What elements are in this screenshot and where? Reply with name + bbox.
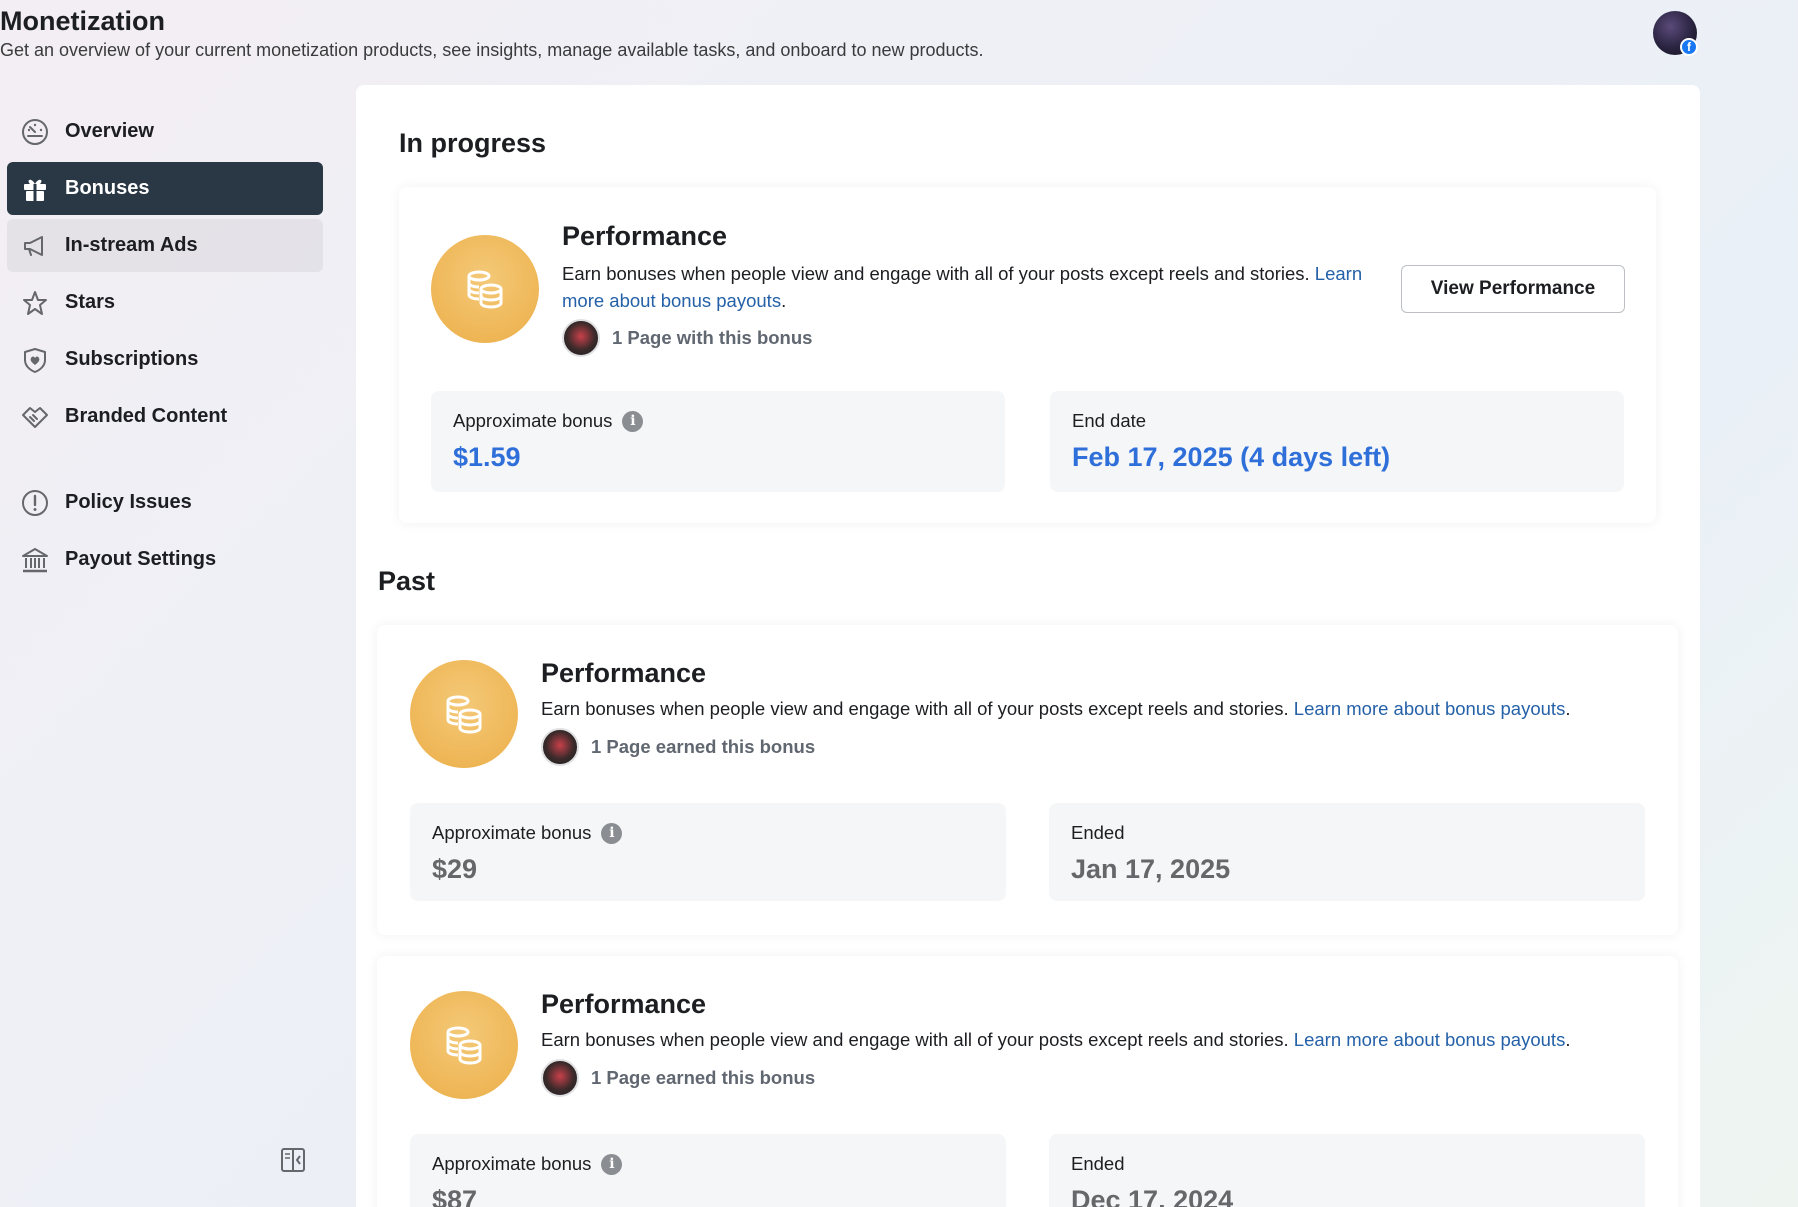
page-count-row: 1 Page with this bonus xyxy=(562,319,812,357)
page-count-row: 1 Page earned this bonus xyxy=(541,728,815,766)
handshake-icon xyxy=(20,402,50,432)
sidebar-item-label: Branded Content xyxy=(65,405,228,427)
sidebar-item-label: In-stream Ads xyxy=(65,234,198,256)
date-label: Ended xyxy=(1071,822,1125,843)
sidebar-item-label: Bonuses xyxy=(65,177,150,199)
page-count-row: 1 Page earned this bonus xyxy=(541,1059,815,1097)
bonuses-panel: In progress Performance Earn bonuses whe… xyxy=(356,85,1700,1207)
bonus-label-text: Approximate bonus xyxy=(432,822,592,843)
end-date-box: End date Feb 17, 2025 (4 days left) xyxy=(1050,391,1624,492)
page-thumbnail xyxy=(541,728,579,766)
past-bonus-card: Performance Earn bonuses when people vie… xyxy=(377,625,1678,935)
sidebar-item-label: Overview xyxy=(65,120,154,142)
description-text: Earn bonuses when people view and engage… xyxy=(541,698,1289,719)
sidebar-item-label: Policy Issues xyxy=(65,491,192,513)
coin-stack-icon xyxy=(431,235,539,343)
info-icon[interactable]: i xyxy=(601,1153,623,1175)
past-heading: Past xyxy=(378,566,436,596)
card-description: Earn bonuses when people view and engage… xyxy=(562,260,1382,314)
learn-more-link[interactable]: Learn more about bonus payouts xyxy=(1294,1029,1566,1050)
bonus-value: $87 xyxy=(432,1185,478,1207)
card-title: Performance xyxy=(562,221,728,251)
page-header: Monetization Get an overview of your cur… xyxy=(0,0,1798,84)
sidebar-item-label: Subscriptions xyxy=(65,348,199,370)
megaphone-icon xyxy=(20,231,50,261)
date-value: Dec 17, 2024 xyxy=(1071,1185,1234,1207)
page-count-text: 1 Page with this bonus xyxy=(612,327,813,348)
card-description: Earn bonuses when people view and engage… xyxy=(541,695,1651,722)
page-thumbnail xyxy=(562,319,600,357)
card-title: Performance xyxy=(541,989,707,1019)
page-count-text: 1 Page earned this bonus xyxy=(591,736,816,757)
sidebar-item-stars[interactable]: Stars xyxy=(7,276,323,329)
sidebar-item-label: Stars xyxy=(65,291,116,313)
description-text: Earn bonuses when people view and engage… xyxy=(541,1029,1289,1050)
approximate-bonus-box: Approximate bonus i $29 xyxy=(410,803,1006,901)
facebook-logo-icon: f xyxy=(1680,38,1698,56)
sidebar-item-instream-ads[interactable]: In-stream Ads xyxy=(7,219,323,272)
page-subtitle: Get an overview of your current monetiza… xyxy=(0,40,984,60)
sidebar-item-branded-content[interactable]: Branded Content xyxy=(7,390,323,443)
bonus-label: Approximate bonus i xyxy=(432,1153,623,1175)
gift-icon xyxy=(20,174,50,204)
card-description: Earn bonuses when people view and engage… xyxy=(541,1026,1651,1053)
info-icon[interactable]: i xyxy=(622,410,644,432)
sidebar-item-policy-issues[interactable]: Policy Issues xyxy=(7,476,323,529)
ended-date-box: Ended Jan 17, 2025 xyxy=(1049,803,1645,901)
sidebar-item-subscriptions[interactable]: Subscriptions xyxy=(7,333,323,386)
bonus-value: $1.59 xyxy=(453,442,521,472)
bonus-label: Approximate bonus i xyxy=(453,410,644,432)
in-progress-bonus-card: Performance Earn bonuses when people vie… xyxy=(399,187,1656,523)
shield-heart-icon xyxy=(20,345,50,375)
sidebar-item-payout-settings[interactable]: Payout Settings xyxy=(7,533,323,586)
period-text: . xyxy=(1565,698,1571,719)
bank-icon xyxy=(20,545,50,575)
view-performance-button[interactable]: View Performance xyxy=(1401,265,1625,313)
date-value: Feb 17, 2025 (4 days left) xyxy=(1072,442,1391,472)
bonus-value: $29 xyxy=(432,854,478,884)
period-text: . xyxy=(1565,1029,1571,1050)
period-text: . xyxy=(781,290,787,311)
bonus-label-text: Approximate bonus xyxy=(432,1153,592,1174)
star-icon xyxy=(20,288,50,318)
coin-stack-icon xyxy=(410,660,518,768)
approximate-bonus-box: Approximate bonus i $1.59 xyxy=(431,391,1005,492)
card-title: Performance xyxy=(541,658,707,688)
sidebar-collapse-button[interactable] xyxy=(279,1147,307,1178)
coin-stack-icon xyxy=(410,991,518,1099)
sidebar-collapse-icon xyxy=(280,1147,306,1178)
date-value: Jan 17, 2025 xyxy=(1071,854,1231,884)
date-label: End date xyxy=(1072,410,1147,431)
ended-date-box: Ended Dec 17, 2024 xyxy=(1049,1134,1645,1207)
learn-more-link[interactable]: Learn more about bonus payouts xyxy=(1294,698,1566,719)
info-icon[interactable]: i xyxy=(601,822,623,844)
past-bonus-card: Performance Earn bonuses when people vie… xyxy=(377,956,1678,1207)
page-count-text: 1 Page earned this bonus xyxy=(591,1067,816,1088)
bonus-label: Approximate bonus i xyxy=(432,822,623,844)
sidebar-item-label: Payout Settings xyxy=(65,548,217,570)
approximate-bonus-box: Approximate bonus i $87 xyxy=(410,1134,1006,1207)
in-progress-heading: In progress xyxy=(399,128,547,158)
alert-circle-icon xyxy=(20,488,50,518)
date-label: Ended xyxy=(1071,1153,1125,1174)
sidebar-item-bonuses[interactable]: Bonuses xyxy=(7,162,323,215)
bonus-label-text: Approximate bonus xyxy=(453,410,613,431)
sidebar-item-overview[interactable]: Overview xyxy=(7,105,323,158)
page-title: Monetization xyxy=(0,6,165,36)
speedometer-icon xyxy=(20,117,50,147)
description-text: Earn bonuses when people view and engage… xyxy=(562,263,1310,284)
page-thumbnail xyxy=(541,1059,579,1097)
